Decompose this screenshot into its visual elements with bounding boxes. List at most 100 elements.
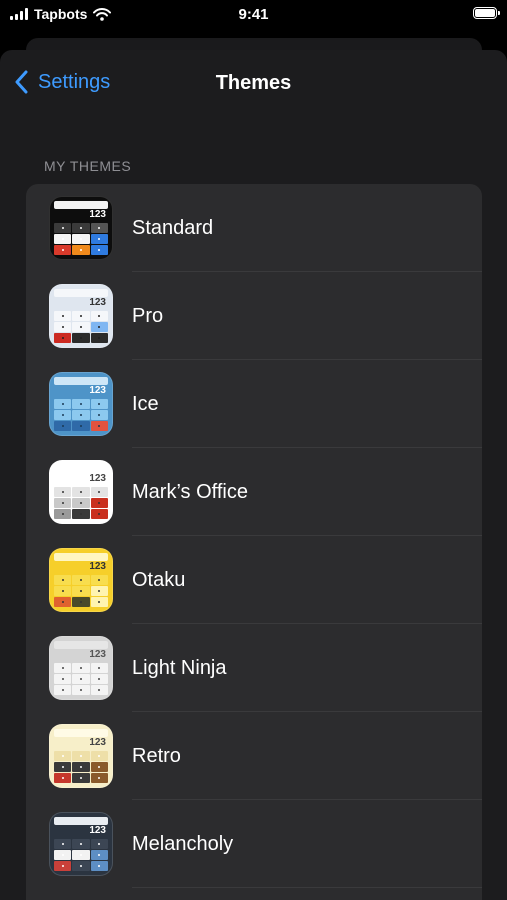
preview-key (72, 861, 90, 871)
preview-key (54, 674, 72, 684)
preview-keypad (54, 575, 108, 607)
preview-number: 123 (89, 649, 106, 660)
preview-key (72, 498, 90, 508)
theme-name: Light Ninja (132, 656, 227, 679)
theme-row[interactable]: 123 Pro (26, 272, 482, 360)
preview-number: 123 (89, 737, 106, 748)
preview-key (54, 850, 72, 860)
preview-number: 123 (89, 473, 106, 484)
row-separator (132, 887, 482, 888)
theme-name: Pro (132, 304, 164, 327)
preview-key (54, 861, 72, 871)
preview-key (90, 223, 108, 233)
preview-key (90, 421, 108, 431)
preview-key (72, 333, 90, 343)
preview-key (72, 399, 90, 409)
preview-keypad (54, 311, 108, 343)
preview-keypad (54, 223, 108, 255)
preview-key (72, 311, 90, 321)
theme-name: Ice (132, 392, 159, 415)
preview-key (90, 498, 108, 508)
preview-key (72, 487, 90, 497)
preview-number: 123 (89, 385, 106, 396)
preview-key (54, 839, 72, 849)
preview-key (72, 322, 90, 332)
preview-key (54, 685, 72, 695)
preview-key (72, 223, 90, 233)
theme-row[interactable]: 123 Light Ninja (26, 624, 482, 712)
theme-row[interactable]: 123 Ice (26, 360, 482, 448)
preview-key (72, 245, 90, 255)
preview-key (90, 234, 108, 244)
preview-key (90, 410, 108, 420)
preview-key (90, 322, 108, 332)
theme-name: Retro (132, 744, 181, 767)
preview-number: 123 (89, 825, 106, 836)
preview-key (54, 245, 72, 255)
preview-key (90, 861, 108, 871)
theme-name: Mark’s Office (132, 480, 248, 503)
preview-display (54, 201, 108, 209)
preview-key (90, 751, 108, 761)
theme-name: Otaku (132, 568, 186, 591)
preview-key (54, 597, 72, 607)
theme-preview-icon: 123 (49, 372, 113, 436)
preview-display (54, 641, 108, 649)
preview-display (54, 729, 108, 737)
page-title: Themes (215, 72, 292, 94)
theme-name: Standard (132, 216, 214, 239)
preview-key (72, 410, 90, 420)
preview-key (90, 575, 108, 585)
preview-key (54, 421, 72, 431)
preview-number: 123 (89, 297, 106, 308)
preview-key (72, 663, 90, 673)
preview-key (54, 487, 72, 497)
preview-key (90, 311, 108, 321)
preview-keypad (54, 839, 108, 871)
theme-row[interactable]: 123 Retro (26, 712, 482, 800)
preview-key (72, 575, 90, 585)
preview-display (54, 289, 108, 297)
preview-key (54, 663, 72, 673)
navigation-bar: Settings Themes (0, 50, 507, 118)
section-header: MY THEMES (44, 158, 132, 174)
preview-key (54, 399, 72, 409)
preview-key (72, 597, 90, 607)
theme-preview-icon: 123 (49, 196, 113, 260)
preview-key (54, 773, 72, 783)
theme-row[interactable]: 123 Standard (26, 184, 482, 272)
preview-key (90, 333, 108, 343)
preview-key (90, 674, 108, 684)
preview-key (72, 773, 90, 783)
preview-key (72, 685, 90, 695)
preview-display (54, 553, 108, 561)
preview-key (90, 245, 108, 255)
preview-key (72, 234, 90, 244)
preview-display (54, 817, 108, 825)
preview-number: 123 (89, 561, 106, 572)
theme-preview-icon: 123 (49, 636, 113, 700)
preview-key (54, 575, 72, 585)
preview-key (90, 850, 108, 860)
preview-key (90, 685, 108, 695)
preview-key (72, 586, 90, 596)
preview-key (90, 509, 108, 519)
preview-key (54, 322, 72, 332)
preview-keypad (54, 399, 108, 431)
theme-row[interactable]: 123 Mark’s Office (26, 448, 482, 536)
theme-preview-icon: 123 (49, 548, 113, 612)
status-time: 9:41 (238, 6, 269, 23)
preview-keypad (54, 487, 108, 519)
preview-key (54, 311, 72, 321)
theme-row[interactable]: 123 Melancholy (26, 800, 482, 888)
preview-key (72, 850, 90, 860)
preview-key (90, 663, 108, 673)
preview-key (90, 839, 108, 849)
themes-sheet: Settings Themes MY THEMES 123 Standard 123… (0, 50, 507, 900)
preview-display (54, 377, 108, 385)
preview-key (90, 399, 108, 409)
preview-key (90, 487, 108, 497)
preview-key (72, 509, 90, 519)
preview-key (72, 751, 90, 761)
theme-row[interactable]: 123 Otaku (26, 536, 482, 624)
